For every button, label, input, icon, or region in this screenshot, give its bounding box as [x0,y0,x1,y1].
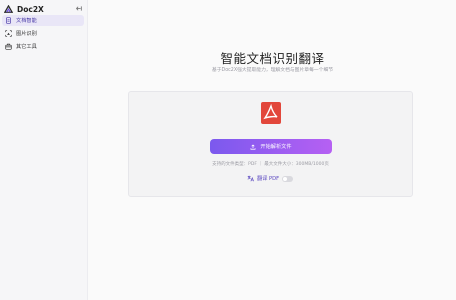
toolbox-icon [5,43,12,50]
sidebar-item-label: 图片识别 [16,31,37,37]
upload-dropzone[interactable]: 开始解析文件 支持的文件类型：PDF ｜ 最大文件大小：300MB/1000页 … [128,91,413,197]
doc2x-logo-icon [4,4,13,13]
main-content: 智能文档识别翻译 基于Doc2X强大提取能力，理解文档与图片章每一个细节 开始解… [89,0,456,300]
app-name: Doc2X [17,4,44,14]
brand[interactable]: Doc2X [4,3,44,15]
sidebar-item-image-recognition[interactable]: 图片识别 [2,28,84,39]
upload-icon [250,144,256,150]
collapse-icon [75,5,82,11]
translate-icon [247,175,254,182]
sidebar-item-document-intelligence[interactable]: 文档智能 [2,15,84,26]
sidebar-item-label: 其它工具 [16,44,37,50]
image-scan-icon [5,30,12,37]
translate-pdf-label: 翻译 PDF [257,176,280,182]
upload-file-button[interactable]: 开始解析文件 [210,139,332,154]
document-icon [6,17,11,24]
toggle-knob [283,176,288,181]
supported-file-info: 支持的文件类型：PDF ｜ 最大文件大小：300MB/1000页 [212,162,329,167]
sidebar-item-other-tools[interactable]: 其它工具 [2,41,84,52]
page-title: 智能文档识别翻译 [220,51,325,66]
sidebar-item-label: 文档智能 [16,18,37,24]
translate-pdf-toggle[interactable] [282,175,294,182]
upload-button-label: 开始解析文件 [260,144,292,150]
translate-pdf-option: 翻译 PDF [247,174,294,183]
pdf-file-icon [261,102,281,124]
page-subtitle: 基于Doc2X强大提取能力，理解文档与图片章每一个细节 [211,68,334,73]
sidebar: Doc2X 文档智能 图片识别 其它工具 [0,0,88,300]
sidebar-nav: 文档智能 图片识别 其它工具 [2,15,84,54]
collapse-sidebar-button[interactable] [73,3,83,13]
